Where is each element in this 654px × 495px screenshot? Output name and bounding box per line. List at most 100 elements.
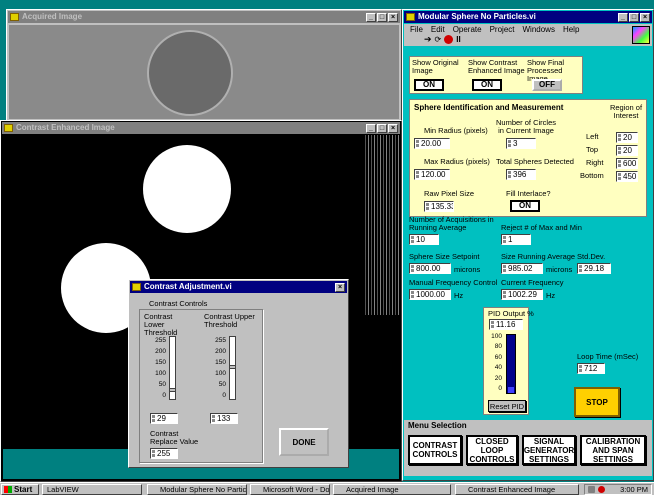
lower-tick: 255 bbox=[155, 337, 166, 344]
pid-display: 11.16 bbox=[489, 319, 523, 330]
pid-label: PID Output % bbox=[488, 309, 534, 318]
setpoint-input[interactable]: 800.00 bbox=[409, 263, 451, 274]
lower-tick: 100 bbox=[155, 370, 166, 377]
taskbar: Start LabVIEW Modular Sphere No Particl.… bbox=[0, 482, 654, 495]
menu-edit[interactable]: Edit bbox=[431, 25, 445, 34]
run-arrow-icon[interactable]: ➔ bbox=[424, 35, 432, 44]
pause-icon[interactable]: II bbox=[456, 35, 460, 44]
minimize-icon[interactable]: _ bbox=[366, 13, 376, 22]
taskbar-item-acquired[interactable]: Acquired Image bbox=[333, 484, 451, 495]
running-avg-display: 985.02 bbox=[501, 263, 543, 274]
min-radius-label: Min Radius (pixels) bbox=[424, 126, 488, 135]
sphere-identification-panel: Sphere Identification and Measurement Re… bbox=[409, 99, 647, 217]
done-button[interactable]: DONE bbox=[279, 428, 329, 456]
lower-slider-thumb[interactable] bbox=[169, 388, 176, 393]
manual-freq-input[interactable]: 1000.00 bbox=[409, 289, 451, 300]
contrast-adjustment-window[interactable]: Contrast Adjustment.vi × Contrast Contro… bbox=[128, 279, 349, 468]
lower-threshold-label: Contrast Lower Threshold bbox=[144, 312, 178, 337]
main-title: Modular Sphere No Particles.vi bbox=[418, 12, 536, 21]
reject-input[interactable]: 1 bbox=[501, 234, 531, 245]
acquired-title: Acquired Image bbox=[22, 12, 83, 21]
pid-tick: 0 bbox=[498, 385, 502, 393]
contrast-controls-button[interactable]: CONTRAST CONTROLS bbox=[408, 435, 462, 465]
stop-button[interactable]: STOP bbox=[574, 387, 620, 417]
replace-value-input[interactable]: 255 bbox=[150, 448, 178, 459]
enhanced-title-bar[interactable]: Contrast Enhanced Image _ □ × bbox=[2, 122, 400, 134]
main-vi-window[interactable]: Modular Sphere No Particles.vi _ □ × File … bbox=[402, 9, 654, 481]
tray-volume-icon[interactable] bbox=[588, 486, 595, 493]
upper-threshold-input[interactable]: 133 bbox=[210, 413, 238, 424]
roi-right-label: Right bbox=[586, 158, 604, 167]
lower-threshold-input[interactable]: 29 bbox=[150, 413, 178, 424]
signal-generator-settings-button[interactable]: SIGNAL GENERATOR SETTINGS bbox=[522, 435, 576, 465]
show-original-toggle[interactable]: ON bbox=[414, 79, 444, 91]
running-avg-unit: microns bbox=[546, 265, 573, 274]
close-icon[interactable]: × bbox=[388, 124, 398, 133]
minimize-icon[interactable]: _ bbox=[618, 13, 628, 22]
std-dev-label: Std.Dev. bbox=[577, 252, 606, 261]
taskbar-item-word[interactable]: Microsoft Word - Document1 bbox=[250, 484, 330, 495]
maximize-icon[interactable]: □ bbox=[377, 13, 387, 22]
lower-tick: 150 bbox=[155, 359, 166, 366]
menu-file[interactable]: File bbox=[410, 25, 423, 34]
loop-time-display: 712 bbox=[577, 363, 605, 374]
circles-label: Number of Circles in Current Image bbox=[496, 118, 557, 135]
roi-left-input[interactable]: 20 bbox=[616, 132, 638, 143]
lower-threshold-slider[interactable] bbox=[169, 336, 176, 400]
reset-pid-button[interactable]: Reset PID bbox=[488, 400, 526, 412]
main-title-bar[interactable]: Modular Sphere No Particles.vi _ □ × bbox=[404, 11, 652, 23]
run-continuous-icon[interactable]: ⟳ bbox=[435, 35, 442, 44]
menu-windows[interactable]: Windows bbox=[523, 25, 555, 34]
max-radius-input[interactable]: 120.00 bbox=[414, 169, 450, 180]
show-contrast-toggle[interactable]: ON bbox=[472, 79, 502, 91]
maximize-icon[interactable]: □ bbox=[377, 124, 387, 133]
min-radius-input[interactable]: 20.00 bbox=[414, 138, 450, 149]
start-button[interactable]: Start bbox=[1, 484, 39, 495]
minimize-icon[interactable]: _ bbox=[366, 124, 376, 133]
upper-threshold-slider[interactable] bbox=[229, 336, 236, 400]
upper-tick: 255 bbox=[215, 337, 226, 344]
roi-bottom-input[interactable]: 450 bbox=[616, 171, 638, 182]
menu-help[interactable]: Help bbox=[563, 25, 579, 34]
contrast-title-bar[interactable]: Contrast Adjustment.vi × bbox=[130, 281, 347, 293]
closed-loop-controls-button[interactable]: CLOSED LOOP CONTROLS bbox=[466, 435, 518, 465]
close-icon[interactable]: × bbox=[335, 283, 345, 292]
maximize-icon[interactable]: □ bbox=[629, 13, 639, 22]
pid-tick: 100 bbox=[491, 333, 502, 340]
vi-icon bbox=[10, 13, 19, 21]
abort-icon[interactable] bbox=[444, 35, 454, 44]
reject-label: Reject # of Max and Min bbox=[501, 223, 582, 232]
fill-interlace-label: Fill Interlace? bbox=[506, 189, 551, 198]
acquired-image-window[interactable]: Acquired Image _ □ × bbox=[6, 9, 402, 122]
taskbar-item-labview[interactable]: LabVIEW bbox=[42, 484, 142, 495]
lower-tick: 200 bbox=[155, 348, 166, 355]
acquired-title-bar[interactable]: Acquired Image _ □ × bbox=[8, 11, 400, 23]
calibration-span-settings-button[interactable]: CALIBRATION AND SPAN SETTINGS bbox=[580, 435, 646, 465]
upper-tick: 200 bbox=[215, 348, 226, 355]
menu-selection-panel: Menu Selection CONTRAST CONTROLS CLOSED … bbox=[404, 420, 652, 476]
contrast-controls-group: Contrast Lower Threshold Contrast Upper … bbox=[139, 309, 263, 463]
upper-tick: 50 bbox=[218, 381, 226, 388]
fill-interlace-toggle[interactable]: ON bbox=[510, 200, 540, 212]
roi-top-input[interactable]: 20 bbox=[616, 145, 638, 156]
std-dev-display: 29.18 bbox=[577, 263, 611, 274]
tray-network-icon[interactable] bbox=[598, 486, 605, 493]
taskbar-item-modular[interactable]: Modular Sphere No Particl... bbox=[147, 484, 247, 495]
enhanced-title: Contrast Enhanced Image bbox=[16, 123, 115, 132]
roi-right-input[interactable]: 600 bbox=[616, 158, 638, 169]
upper-tick: 0 bbox=[222, 392, 226, 399]
upper-slider-thumb[interactable] bbox=[229, 364, 236, 369]
pid-bar bbox=[506, 334, 516, 394]
menu-operate[interactable]: Operate bbox=[453, 25, 482, 34]
close-icon[interactable]: × bbox=[388, 13, 398, 22]
close-icon[interactable]: × bbox=[640, 13, 650, 22]
show-final-toggle[interactable]: OFF bbox=[532, 79, 562, 91]
menu-bar: File Edit Operate Project Windows Help ➔… bbox=[404, 24, 652, 46]
raw-pixel-display: 135.33 bbox=[424, 201, 454, 212]
num-acq-input[interactable]: 10 bbox=[409, 234, 439, 245]
vi-icon bbox=[4, 124, 13, 132]
upper-threshold-label: Contrast Upper Threshold bbox=[204, 312, 255, 329]
roi-bottom-label: Bottom bbox=[580, 171, 604, 180]
menu-project[interactable]: Project bbox=[490, 25, 515, 34]
taskbar-item-enhanced[interactable]: Contrast Enhanced Image bbox=[455, 484, 579, 495]
